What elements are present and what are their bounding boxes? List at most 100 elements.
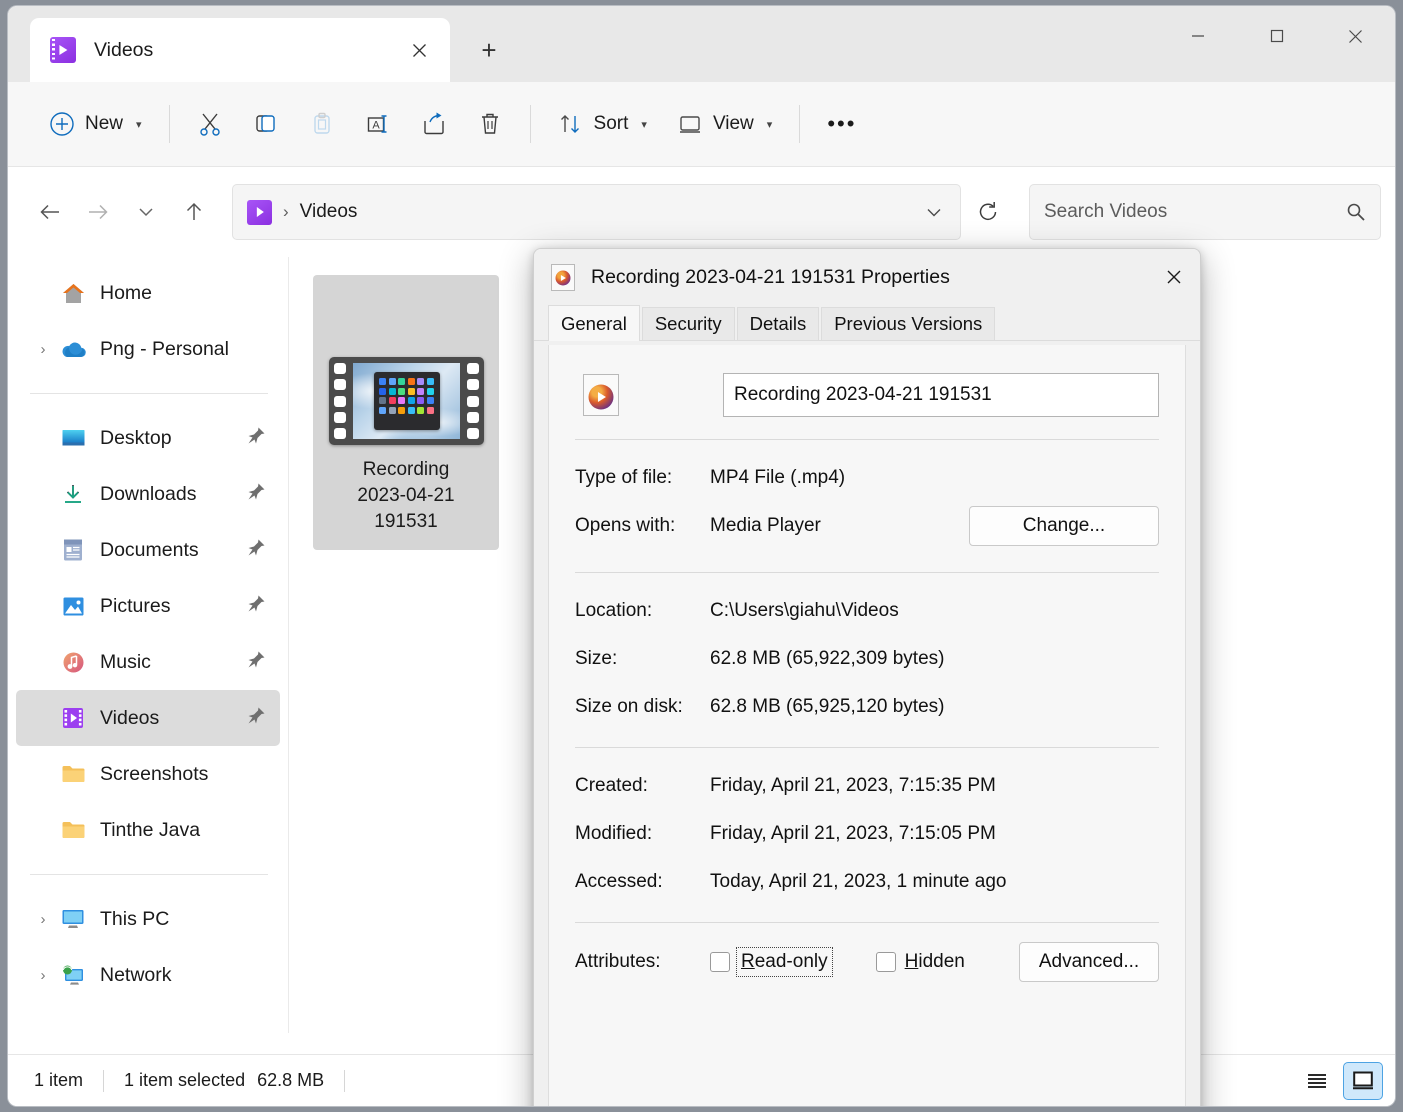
sidebar-divider-2 (30, 874, 268, 875)
maximize-button[interactable] (1237, 6, 1316, 66)
breadcrumb-videos[interactable]: Videos (300, 201, 358, 223)
sort-button[interactable]: Sort ▾ (543, 100, 662, 148)
close-window-button[interactable] (1316, 6, 1395, 66)
sidebar-item-this-pc[interactable]: › This PC (16, 891, 280, 947)
hidden-label-rest: idden (918, 951, 965, 972)
sidebar-item-tinthe-java[interactable]: Tinthe Java (16, 802, 280, 858)
pin-icon[interactable] (247, 706, 266, 730)
status-selection-size: 62.8 MB (257, 1070, 325, 1090)
share-button[interactable] (406, 100, 462, 148)
delete-button[interactable] (462, 100, 518, 148)
row-location: Location: C:\Users\giahu\Videos (575, 587, 1159, 635)
expand-chevron-icon[interactable]: › (28, 967, 58, 984)
mp4-large-file-icon (583, 374, 619, 416)
dialog-title-bar[interactable]: Recording 2023-04-21 191531 Properties (534, 249, 1200, 305)
chevron-down-icon: ▾ (136, 118, 142, 131)
forward-button[interactable] (74, 188, 122, 236)
row-size: Size: 62.8 MB (65,922,309 bytes) (575, 635, 1159, 683)
back-arrow-icon (40, 204, 59, 220)
search-input[interactable] (1044, 201, 1346, 223)
copy-button[interactable] (238, 100, 294, 148)
search-box[interactable] (1029, 184, 1381, 240)
tab-details[interactable]: Details (736, 307, 820, 340)
expand-chevron-icon[interactable]: › (28, 911, 58, 928)
file-label-line-3: 191531 (374, 511, 438, 532)
readonly-checkbox[interactable] (710, 952, 730, 972)
plus-icon: + (481, 34, 497, 65)
up-button[interactable] (170, 188, 218, 236)
hidden-label[interactable]: Hidden (905, 951, 965, 973)
new-tab-button[interactable]: + (466, 30, 512, 70)
sidebar-item-documents[interactable]: Documents (16, 522, 280, 578)
tab-videos[interactable]: Videos (30, 18, 450, 82)
file-name-input[interactable] (723, 373, 1159, 417)
sidebar-label-videos: Videos (100, 706, 160, 729)
sidebar-item-music[interactable]: Music (16, 634, 280, 690)
sidebar-item-videos[interactable]: Videos (16, 690, 280, 746)
dialog-divider-4 (575, 922, 1159, 923)
readonly-label[interactable]: Read-only (736, 947, 833, 977)
advanced-button[interactable]: Advanced... (1019, 942, 1159, 982)
ellipsis-icon: ••• (827, 111, 857, 136)
minimize-button[interactable] (1158, 6, 1237, 66)
sidebar-item-desktop[interactable]: Desktop (16, 410, 280, 466)
properties-dialog[interactable]: Recording 2023-04-21 191531 Properties G… (533, 248, 1201, 1106)
address-row: › Videos (8, 167, 1395, 257)
label-attributes: Attributes: (575, 951, 661, 972)
sidebar-item-pictures[interactable]: Pictures (16, 578, 280, 634)
paste-button[interactable] (294, 100, 350, 148)
tab-security[interactable]: Security (641, 307, 735, 340)
value-opens-with: Media Player (710, 515, 821, 536)
label-modified: Modified: (575, 823, 653, 844)
readonly-checkbox-group[interactable]: Read-only (710, 947, 833, 977)
file-name-row (575, 365, 1159, 439)
hidden-checkbox[interactable] (875, 952, 896, 972)
view-button[interactable]: View ▾ (662, 100, 787, 148)
pin-icon[interactable] (247, 538, 266, 562)
cut-button[interactable] (182, 100, 238, 148)
chevron-down-icon-view: ▾ (766, 118, 773, 131)
sidebar-item-png-personal[interactable]: › Png - Personal (16, 321, 280, 377)
sidebar-item-network[interactable]: › Network (16, 947, 280, 1003)
sidebar-label-network: Network (100, 963, 172, 986)
change-button[interactable]: Change... (969, 506, 1159, 546)
sidebar-item-screenshots[interactable]: Screenshots (16, 746, 280, 802)
thumbnail-preview (352, 363, 460, 439)
pin-icon[interactable] (247, 426, 266, 450)
label-size-on-disk: Size on disk: (575, 696, 683, 717)
address-dropdown-button[interactable] (914, 190, 954, 234)
tab-general[interactable]: General (548, 305, 640, 341)
hidden-checkbox-group[interactable]: Hidden (875, 951, 965, 973)
pin-icon[interactable] (247, 482, 266, 506)
pin-icon[interactable] (247, 650, 266, 674)
tab-previous-versions[interactable]: Previous Versions (821, 307, 996, 340)
details-view-button[interactable] (1343, 1061, 1383, 1100)
sidebar-item-home[interactable]: Home (16, 265, 280, 321)
dialog-close-button[interactable] (1148, 252, 1200, 302)
back-button[interactable] (26, 188, 74, 236)
address-bar[interactable]: › Videos (232, 184, 961, 240)
rename-icon: A (367, 115, 387, 133)
pin-icon[interactable] (247, 594, 266, 618)
expand-chevron-icon[interactable]: › (28, 341, 58, 358)
search-icon[interactable] (1346, 202, 1366, 222)
see-more-button[interactable]: ••• (812, 100, 871, 148)
dialog-general-page: Type of file: MP4 File (.mp4) Opens with… (548, 345, 1186, 1106)
file-item-recording[interactable]: Recording 2023-04-21 191531 (313, 275, 499, 550)
breadcrumb-separator: › (283, 202, 289, 221)
new-button[interactable]: New ▾ (34, 100, 157, 148)
sidebar-label-tinthe-java: Tinthe Java (100, 818, 201, 841)
recent-locations-button[interactable] (122, 188, 170, 236)
close-tab-icon[interactable] (402, 33, 436, 67)
row-type-of-file: Type of file: MP4 File (.mp4) (575, 454, 1159, 502)
refresh-button[interactable] (961, 184, 1015, 240)
dialog-divider-2 (575, 572, 1159, 573)
row-accessed: Accessed: Today, April 21, 2023, 1 minut… (575, 858, 1159, 906)
sidebar-item-downloads[interactable]: Downloads (16, 466, 280, 522)
network-icon (58, 962, 88, 988)
toolbar-separator-3 (799, 105, 801, 143)
downloads-icon (58, 481, 88, 507)
rename-button[interactable]: A (350, 100, 406, 148)
dialog-divider-3 (575, 747, 1159, 748)
list-view-button[interactable] (1297, 1062, 1337, 1100)
